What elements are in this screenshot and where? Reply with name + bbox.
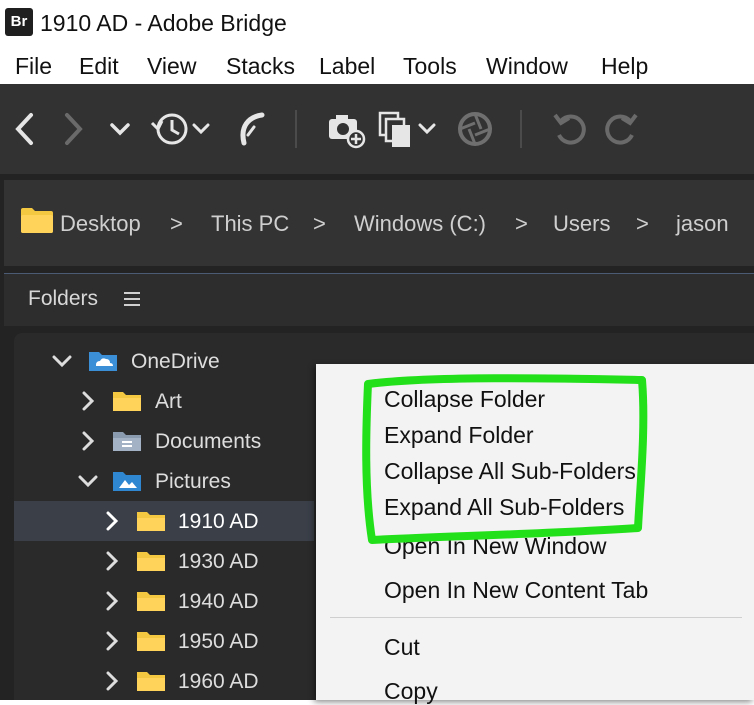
rotate-left-icon[interactable] [551,108,591,150]
panel-title[interactable]: Folders [28,286,98,312]
history-clock-icon[interactable] [150,108,216,150]
menu-view[interactable]: View [147,52,196,80]
toolbar-divider [520,110,522,148]
menu-stacks[interactable]: Stacks [226,52,295,80]
chevron-right-icon[interactable] [102,551,122,571]
chevron-right-icon[interactable] [102,631,122,651]
menu-item-cut[interactable]: Cut [384,633,420,661]
chevron-right-icon[interactable] [78,431,98,451]
folder-icon [112,389,142,411]
folder-icon [136,629,166,651]
tree-item-label[interactable]: Pictures [155,469,231,495]
back-arrow-icon[interactable] [10,108,40,150]
chevron-down-icon[interactable] [52,351,72,371]
breadcrumb-separator[interactable]: > [313,210,326,238]
breadcrumb-separator[interactable]: > [515,210,528,238]
menu-tools[interactable]: Tools [403,52,457,80]
folders-panel-tab [4,273,754,326]
desktop-folder-icon [20,206,54,234]
breadcrumb-this-pc[interactable]: This PC [211,210,289,238]
panel-menu-icon[interactable] [120,288,144,310]
breadcrumb-jason[interactable]: jason [676,210,729,238]
menu-item-copy[interactable]: Copy [384,677,438,705]
bridge-app-icon: Br [5,8,33,36]
tree-item-label[interactable]: Documents [155,429,261,455]
chevron-right-icon[interactable] [102,591,122,611]
pictures-folder-icon [112,469,142,491]
menu-bar: File Edit View Stacks Label Tools Window… [0,46,754,84]
tree-item-label[interactable]: Art [155,389,182,415]
tree-item-label[interactable]: 1930 AD [178,549,259,575]
folder-icon [136,669,166,691]
chevron-right-icon[interactable] [102,511,122,531]
menu-file[interactable]: File [15,52,52,80]
breadcrumb-windows-c[interactable]: Windows (C:) [354,210,486,238]
documents-folder-icon [112,429,142,451]
folder-icon [136,509,166,531]
menu-edit[interactable]: Edit [79,52,119,80]
folder-icon [136,549,166,571]
breadcrumb-users[interactable]: Users [553,210,610,238]
chevron-down-icon[interactable] [78,471,98,491]
return-to-app-icon[interactable] [232,108,272,150]
tree-item-label[interactable]: OneDrive [131,349,220,375]
menu-divider [330,617,742,618]
menu-item-open-in-new-content-tab[interactable]: Open In New Content Tab [384,576,648,604]
menu-window[interactable]: Window [486,52,568,80]
toolbar-divider [295,110,297,148]
camera-raw-aperture-icon[interactable] [455,108,495,150]
highlight-annotation [362,374,648,544]
recent-dropdown-icon[interactable] [106,108,134,150]
chevron-right-icon[interactable] [102,671,122,691]
window-title: 1910 AD - Adobe Bridge [40,10,287,36]
chevron-right-icon[interactable] [78,391,98,411]
breadcrumb-separator[interactable]: > [170,210,183,238]
tree-item-label[interactable]: 1940 AD [178,589,259,615]
rotate-right-icon[interactable] [600,108,640,150]
output-copies-icon[interactable] [378,108,440,150]
menu-help[interactable]: Help [601,52,648,80]
onedrive-folder-icon [88,349,118,371]
tree-item-label[interactable]: 1950 AD [178,629,259,655]
forward-arrow-icon[interactable] [58,108,88,150]
breadcrumb-separator[interactable]: > [636,210,649,238]
breadcrumb-desktop[interactable]: Desktop [60,210,141,238]
folder-icon [136,589,166,611]
get-photos-camera-icon[interactable] [326,108,366,150]
tree-item-label[interactable]: 1910 AD [178,509,259,535]
tree-item-label[interactable]: 1960 AD [178,669,259,695]
menu-label[interactable]: Label [319,52,375,80]
